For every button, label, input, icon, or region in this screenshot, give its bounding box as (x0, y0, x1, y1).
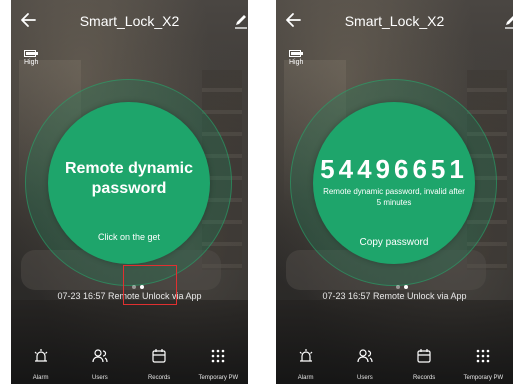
battery-icon (289, 50, 303, 57)
tab-records[interactable]: Records (130, 344, 189, 384)
battery-fill (26, 52, 35, 55)
battery-indicator: High (24, 50, 52, 66)
bottom-nav: Alarm Users Records Temporary PW (276, 344, 513, 384)
tab-label-records: Records (412, 375, 436, 381)
remote-password-title: Remote dynamic password (64, 160, 194, 197)
tab-label-users: Users (357, 375, 373, 381)
tab-label-temporary-pw: Temporary PW (198, 375, 239, 381)
highlight-box (123, 265, 177, 305)
battery-icon (24, 50, 38, 57)
users-icon (92, 349, 108, 363)
calendar-icon (417, 349, 431, 363)
tab-label-users: Users (92, 375, 108, 381)
battery-indicator: High (289, 50, 317, 66)
battery-label: High (289, 59, 304, 66)
keypad-icon (212, 349, 225, 363)
page-title: Smart_Lock_X2 (79, 13, 180, 29)
battery-fill (291, 52, 300, 55)
page-title: Smart_Lock_X2 (344, 13, 445, 29)
lock-screen-before: Smart_Lock_X2 High Remote dynamic passwo… (11, 0, 248, 384)
tab-label-alarm: Alarm (32, 375, 49, 381)
lock-screen-after: Smart_Lock_X2 High 54496651 Remote dynam… (276, 0, 513, 384)
users-icon (357, 349, 373, 363)
calendar-icon (152, 349, 166, 363)
keypad-icon (477, 349, 490, 363)
password-circle: 54496651 Remote dynamic password, invali… (313, 102, 475, 264)
tab-label-temporary-pw: Temporary PW (463, 375, 504, 381)
tab-records[interactable]: Records (395, 344, 454, 384)
header: Smart_Lock_X2 (276, 0, 513, 40)
alarm-icon (34, 349, 48, 362)
tab-alarm[interactable]: Alarm (11, 344, 70, 384)
password-expiry-note: Remote dynamic password, invalid after 5… (323, 187, 465, 207)
tab-label-records: Records (147, 375, 171, 381)
tab-temporary-pw[interactable]: Temporary PW (454, 344, 513, 384)
copy-password-button[interactable]: Copy password (313, 237, 475, 248)
last-event-status: 07-23 16:57 Remote Unlock via App (322, 291, 467, 301)
get-password-button[interactable]: Click on the get (48, 232, 210, 242)
page-dot-active (404, 285, 408, 289)
password-circle[interactable]: Remote dynamic password Click on the get (48, 102, 210, 264)
tab-users[interactable]: Users (335, 344, 394, 384)
tab-alarm[interactable]: Alarm (276, 344, 335, 384)
dynamic-password-code: 54496651 (320, 154, 468, 184)
tab-label-alarm: Alarm (297, 375, 314, 381)
page-dot (396, 285, 400, 289)
pencil-icon[interactable] (232, 12, 248, 30)
pencil-icon[interactable] (502, 12, 513, 30)
battery-label: High (24, 59, 39, 66)
tab-users[interactable]: Users (70, 344, 129, 384)
bottom-nav: Alarm Users Records Temporary PW (11, 344, 248, 384)
tab-temporary-pw[interactable]: Temporary PW (189, 344, 248, 384)
alarm-icon (299, 349, 313, 362)
header: Smart_Lock_X2 (11, 0, 248, 40)
